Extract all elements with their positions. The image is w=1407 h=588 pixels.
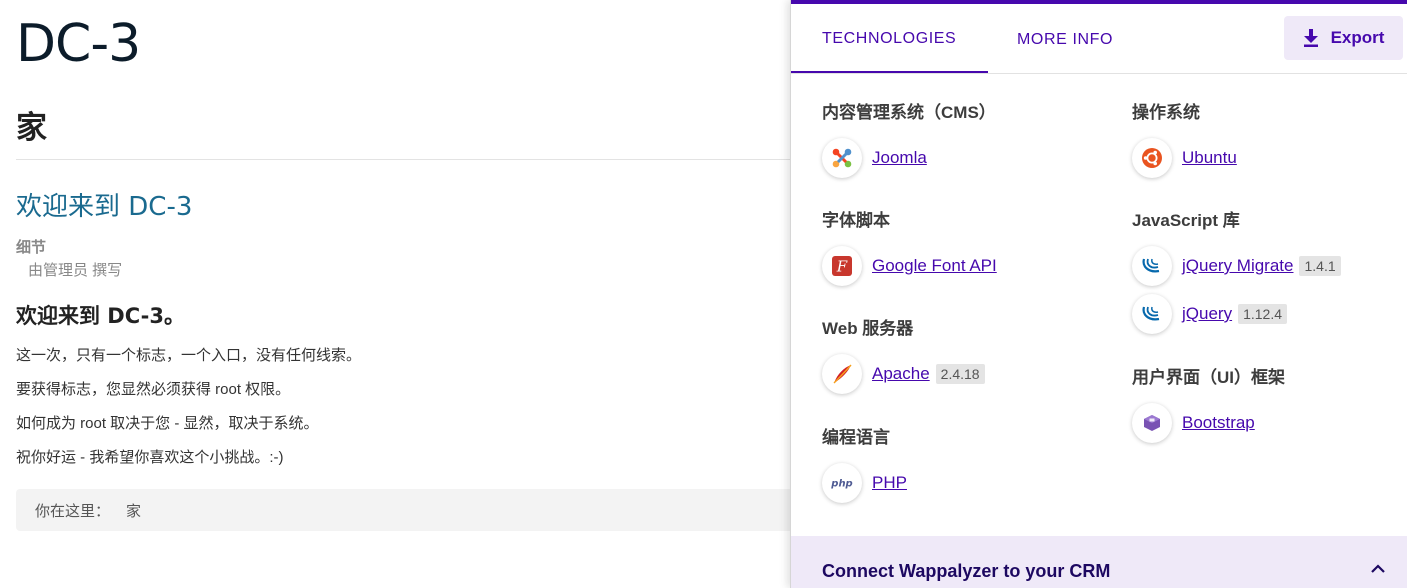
jquery-migrate-icon (1132, 246, 1172, 286)
category-title: 内容管理系统（CMS） (822, 103, 996, 122)
details-label: 细节 (16, 239, 47, 256)
bootstrap-icon (1132, 403, 1172, 443)
chevron-up-icon[interactable] (1371, 564, 1385, 573)
tech-item-jquery-migrate: jQuery Migrate 1.4.1 (1132, 242, 1341, 290)
tab-bar: TECHNOLOGIES MORE INFO Export (791, 4, 1407, 74)
category-title: 编程语言 (822, 428, 890, 447)
category-title: JavaScript 库 (1132, 211, 1240, 230)
category-web-servers: Web 服务器 Apache 2.4.18 (822, 317, 985, 398)
tech-link[interactable]: jQuery Migrate (1182, 256, 1293, 276)
tech-link[interactable]: Apache (872, 364, 930, 384)
version-badge: 1.4.1 (1299, 256, 1341, 276)
tech-link[interactable]: Bootstrap (1182, 413, 1255, 433)
breadcrumb-label: 你在这里： (35, 502, 111, 520)
tech-link[interactable]: jQuery (1182, 304, 1232, 324)
ubuntu-icon (1132, 138, 1172, 178)
category-title: 用户界面（UI）框架 (1132, 368, 1285, 387)
download-icon (1303, 29, 1318, 47)
svg-text:F: F (836, 258, 848, 276)
joomla-page: DC-3 家 欢迎来到 DC-3 细节 由管理员 撰写 欢迎来到 DC-3。 这… (0, 0, 800, 588)
tech-link[interactable]: PHP (872, 473, 907, 493)
category-title: Web 服务器 (822, 319, 914, 338)
tech-item-jquery: jQuery 1.12.4 (1132, 290, 1341, 338)
tech-link[interactable]: Ubuntu (1182, 148, 1237, 168)
article-title-link[interactable]: 欢迎来到 DC-3 (16, 186, 192, 223)
article-heading: 欢迎来到 DC-3。 (16, 304, 185, 328)
version-badge: 2.4.18 (935, 364, 985, 384)
article-paragraph: 这一次，只有一个标志，一个入口，没有任何线索。 (16, 347, 362, 364)
category-title: 操作系统 (1132, 103, 1200, 122)
tech-item-apache: Apache 2.4.18 (822, 350, 985, 398)
wappalyzer-popup: TECHNOLOGIES MORE INFO Export 内容管理系统（CMS… (790, 0, 1407, 588)
site-title[interactable]: DC-3 (16, 14, 141, 74)
details-author: 由管理员 撰写 (28, 262, 123, 279)
export-button[interactable]: Export (1284, 16, 1403, 60)
category-font-scripts: 字体脚本 F Google Font API (822, 209, 997, 290)
crm-connect-bar[interactable]: Connect Wappalyzer to your CRM (791, 536, 1407, 588)
category-operating-systems: 操作系统 Ubuntu (1132, 101, 1237, 182)
tech-item-bootstrap: Bootstrap (1132, 399, 1285, 447)
tab-more-info[interactable]: MORE INFO (1017, 5, 1113, 74)
article-paragraph: 要获得标志，您显然必须获得 root 权限。 (16, 381, 291, 398)
jquery-icon (1132, 294, 1172, 334)
breadcrumb-current: 家 (126, 502, 142, 520)
category-title: 字体脚本 (822, 211, 890, 230)
tab-technologies[interactable]: TECHNOLOGIES (822, 4, 956, 73)
tech-link[interactable]: Joomla (872, 148, 927, 168)
tech-item-php: php PHP (822, 459, 907, 507)
article-paragraph: 如何成为 root 取决于您 - 显然，取决于系统。 (16, 415, 319, 432)
active-tab-indicator (791, 71, 988, 73)
tech-item-ubuntu: Ubuntu (1132, 134, 1237, 182)
google-font-api-icon: F (822, 246, 862, 286)
divider (16, 159, 800, 160)
category-programming-languages: 编程语言 php PHP (822, 426, 907, 507)
category-javascript-libraries: JavaScript 库 jQuery Migrate 1.4.1 jQuery… (1132, 209, 1341, 338)
tech-link[interactable]: Google Font API (872, 256, 997, 276)
category-ui-frameworks: 用户界面（UI）框架 Bootstrap (1132, 366, 1285, 447)
svg-text:php: php (830, 479, 852, 490)
breadcrumb: 你在这里： 家 (16, 489, 800, 531)
article-paragraph: 祝你好运 - 我希望你喜欢这个小挑战。:-) (16, 449, 284, 466)
php-icon: php (822, 463, 862, 503)
version-badge: 1.12.4 (1238, 304, 1288, 324)
tech-item-google-font-api: F Google Font API (822, 242, 997, 290)
tech-item-joomla: Joomla (822, 134, 996, 182)
apache-icon (822, 354, 862, 394)
export-label: Export (1330, 28, 1385, 47)
joomla-icon (822, 138, 862, 178)
page-title: 家 (16, 110, 47, 146)
category-cms: 内容管理系统（CMS） Joomla (822, 101, 996, 182)
crm-connect-text: Connect Wappalyzer to your CRM (822, 561, 1111, 581)
